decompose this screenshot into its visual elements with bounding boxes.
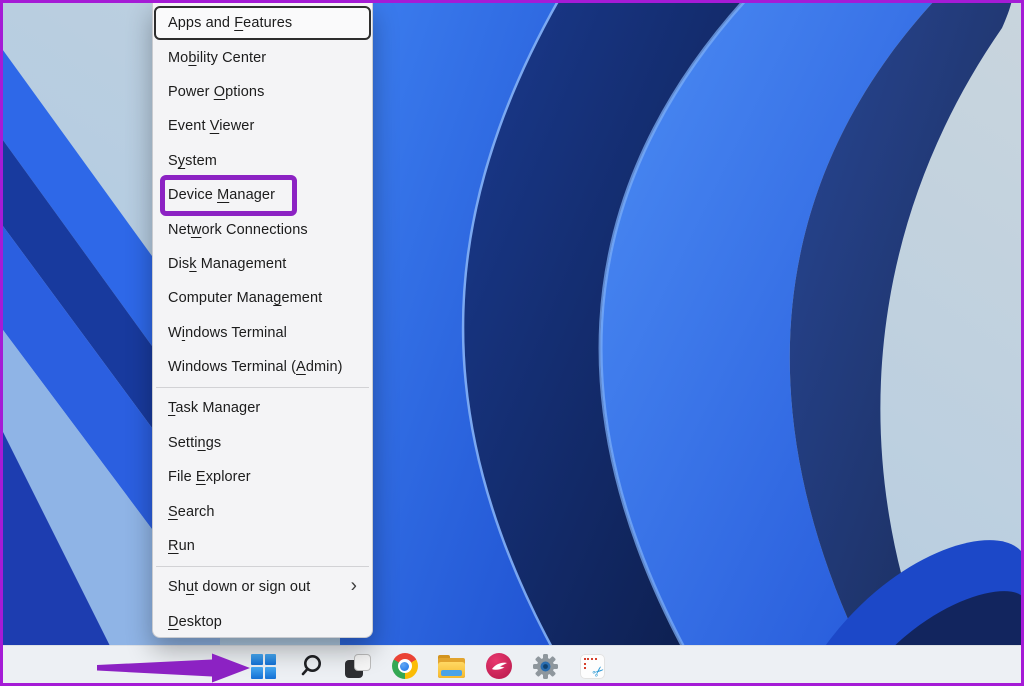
snagit-button[interactable]	[485, 653, 512, 680]
search-button[interactable]	[297, 653, 324, 680]
menu-item-search[interactable]: Search	[154, 494, 371, 528]
menu-item-run[interactable]: Run	[154, 529, 371, 563]
folder-icon	[438, 655, 465, 678]
chrome-icon	[392, 653, 418, 679]
menu-separator	[156, 566, 369, 567]
menu-item-label: Network Connections	[168, 222, 308, 238]
menu-item-windows-terminal[interactable]: Windows Terminal	[154, 316, 371, 350]
menu-item-apps-and-features[interactable]: Apps and Features	[154, 6, 371, 40]
task-view-icon	[345, 653, 371, 679]
taskbar-icon-group: ✂	[250, 646, 606, 686]
menu-item-label: Search	[168, 504, 215, 520]
search-icon	[298, 653, 324, 679]
winx-context-menu: Apps and Features Mobility Center Power …	[152, 2, 373, 638]
annotation-arrow-to-start-button	[90, 648, 255, 686]
menu-item-system[interactable]: System	[154, 144, 371, 178]
menu-item-mobility-center[interactable]: Mobility Center	[154, 40, 371, 74]
menu-item-shut-down-or-sign-out[interactable]: Shut down or sign out ›	[154, 570, 371, 604]
menu-item-label: Task Manager	[168, 400, 260, 416]
menu-separator	[156, 387, 369, 388]
snipping-tool-button[interactable]: ✂	[579, 653, 606, 680]
menu-item-label: Apps and Features	[168, 15, 292, 31]
menu-item-label: Run	[168, 538, 195, 554]
menu-item-label: Power Options	[168, 84, 264, 100]
gear-icon	[532, 653, 559, 680]
chrome-button[interactable]	[391, 653, 418, 680]
menu-item-label: Settings	[168, 435, 221, 451]
snagit-icon	[486, 653, 512, 679]
snipping-tool-icon: ✂	[580, 654, 605, 679]
menu-item-network-connections[interactable]: Network Connections	[154, 212, 371, 246]
menu-item-desktop[interactable]: Desktop	[154, 605, 371, 639]
annotation-highlight-box-device-manager	[160, 175, 297, 216]
menu-item-label: Computer Management	[168, 290, 322, 306]
menu-item-power-options[interactable]: Power Options	[154, 75, 371, 109]
menu-item-disk-management[interactable]: Disk Management	[154, 247, 371, 281]
menu-item-label: Disk Management	[168, 256, 286, 272]
menu-item-label: Shut down or sign out	[168, 579, 310, 595]
menu-item-label: Mobility Center	[168, 50, 266, 66]
menu-item-event-viewer[interactable]: Event Viewer	[154, 109, 371, 143]
menu-item-label: Event Viewer	[168, 118, 254, 134]
menu-item-task-manager[interactable]: Task Manager	[154, 391, 371, 425]
menu-item-label: Windows Terminal (Admin)	[168, 359, 343, 375]
menu-item-file-explorer[interactable]: File Explorer	[154, 460, 371, 494]
menu-item-label: Desktop	[168, 614, 222, 630]
menu-item-label: System	[168, 153, 217, 169]
menu-item-label: File Explorer	[168, 469, 251, 485]
menu-item-label: Windows Terminal	[168, 325, 287, 341]
chevron-right-icon: ›	[351, 577, 357, 596]
menu-item-settings[interactable]: Settings	[154, 426, 371, 460]
menu-item-windows-terminal-admin[interactable]: Windows Terminal (Admin)	[154, 350, 371, 384]
file-explorer-button[interactable]	[438, 653, 465, 680]
task-view-button[interactable]	[344, 653, 371, 680]
menu-item-computer-management[interactable]: Computer Management	[154, 281, 371, 315]
settings-button[interactable]	[532, 653, 559, 680]
